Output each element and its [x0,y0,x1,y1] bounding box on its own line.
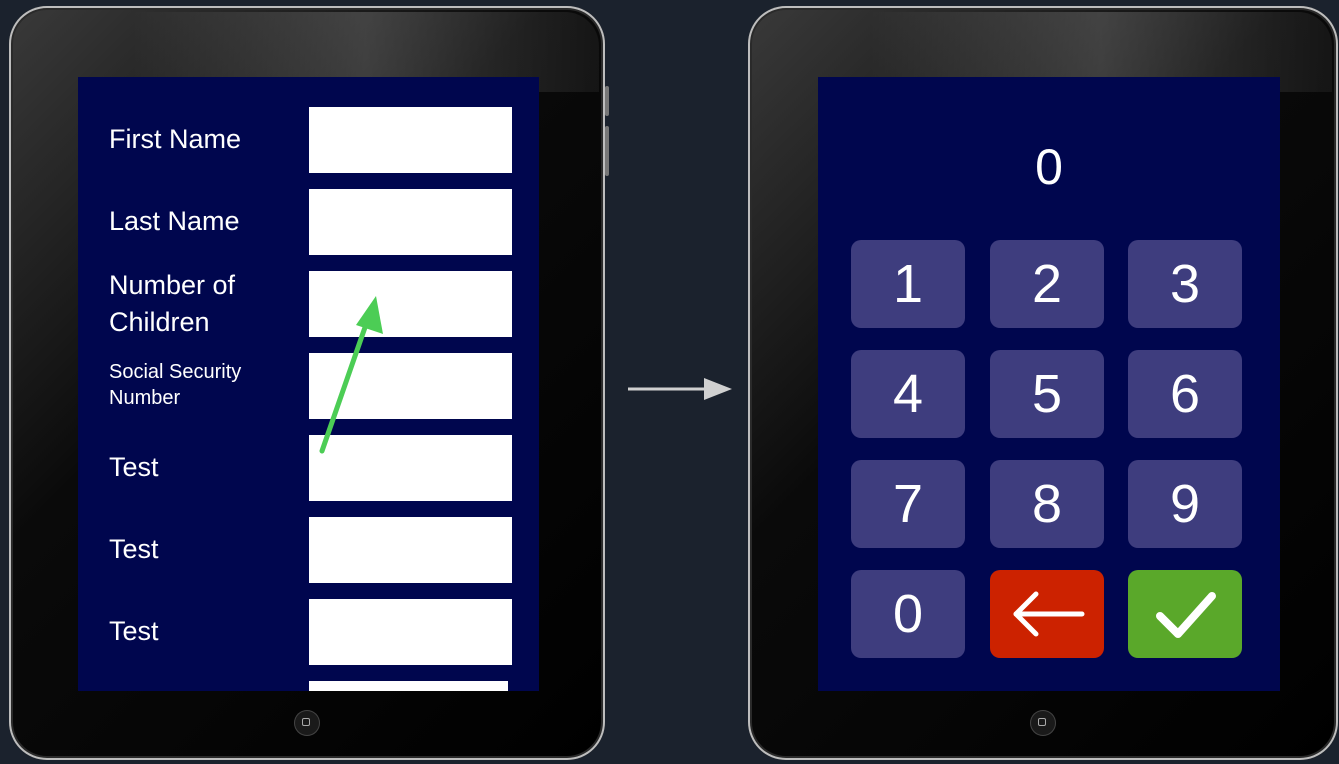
key-0[interactable]: 0 [851,570,965,658]
test-label-1: Test [109,452,159,482]
left-arrow-icon [1013,591,1085,637]
backspace-button[interactable] [990,570,1104,658]
keypad-screen: 0 1 2 3 4 5 6 7 8 9 0 [818,77,1280,691]
test-input-1[interactable] [309,435,512,501]
key-7[interactable]: 7 [851,460,965,548]
home-button [1030,710,1056,736]
form-row-test-3: Test [78,599,539,665]
transition-arrow-icon [628,378,732,400]
key-1[interactable]: 1 [851,240,965,328]
home-button [294,710,320,736]
key-8[interactable]: 8 [990,460,1104,548]
keypad-display: 0 [1035,139,1063,195]
last-name-label: Last Name [109,206,240,236]
form-row-children: Number of Children [78,270,539,337]
volume-button [605,126,609,176]
form-screen: First Name Last Name Number of Children … [78,77,539,691]
form-row-last-name: Last Name [78,189,539,255]
key-2[interactable]: 2 [990,240,1104,328]
tablet-right: 0 1 2 3 4 5 6 7 8 9 0 [748,6,1338,760]
side-button [605,86,609,116]
partial-input[interactable] [309,681,508,691]
test-input-3[interactable] [309,599,512,665]
checkmark-icon [1156,592,1216,638]
key-3[interactable]: 3 [1128,240,1242,328]
key-6[interactable]: 6 [1128,350,1242,438]
form-row-ssn: Social Security Number [78,353,539,419]
tablet-left: First Name Last Name Number of Children … [9,6,609,760]
ssn-input[interactable] [309,353,512,419]
form-row-first-name: First Name [78,107,539,173]
key-5[interactable]: 5 [990,350,1104,438]
first-name-label: First Name [109,124,242,154]
confirm-button[interactable] [1128,570,1242,658]
children-input[interactable] [309,271,512,337]
key-4[interactable]: 4 [851,350,965,438]
form-row-test-1: Test [78,435,539,501]
form-row-test-2: Test [78,517,539,583]
test-label-2: Test [109,534,159,564]
ssn-label: Social Security Number [109,361,242,409]
test-label-3: Test [109,616,159,646]
key-9[interactable]: 9 [1128,460,1242,548]
last-name-input[interactable] [309,189,512,255]
first-name-input[interactable] [309,107,512,173]
children-label: Number of Children [109,270,236,337]
test-input-2[interactable] [309,517,512,583]
